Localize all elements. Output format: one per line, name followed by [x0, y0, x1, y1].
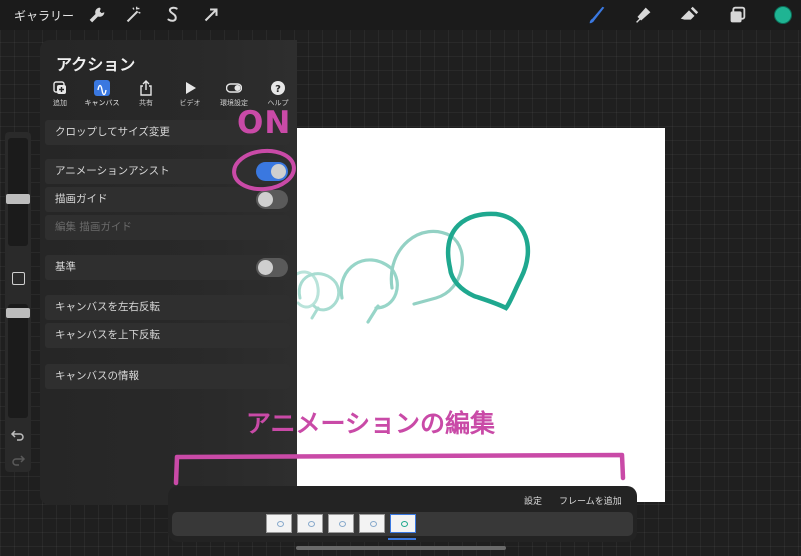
- annotation-edit-label: アニメーションの編集: [246, 409, 496, 438]
- timeline-bracket: [173, 452, 626, 486]
- annotation-overlay: [173, 148, 626, 486]
- annotation-on-label: ON: [237, 105, 292, 141]
- toggle-highlight-circle: [232, 148, 296, 192]
